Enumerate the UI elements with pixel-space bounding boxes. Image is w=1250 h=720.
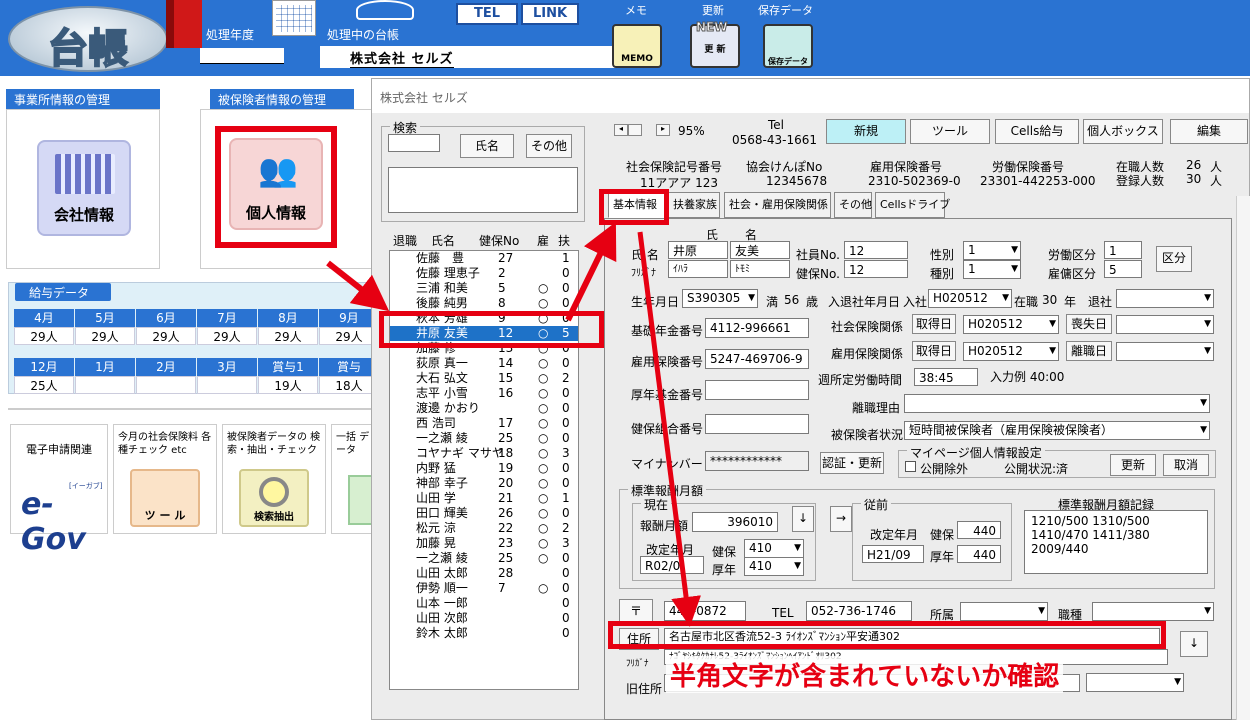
annotation-arrows — [326, 221, 702, 627]
arrow-to-list — [326, 260, 390, 312]
arrow-to-tab — [565, 221, 617, 322]
arrow-to-address — [637, 231, 702, 627]
